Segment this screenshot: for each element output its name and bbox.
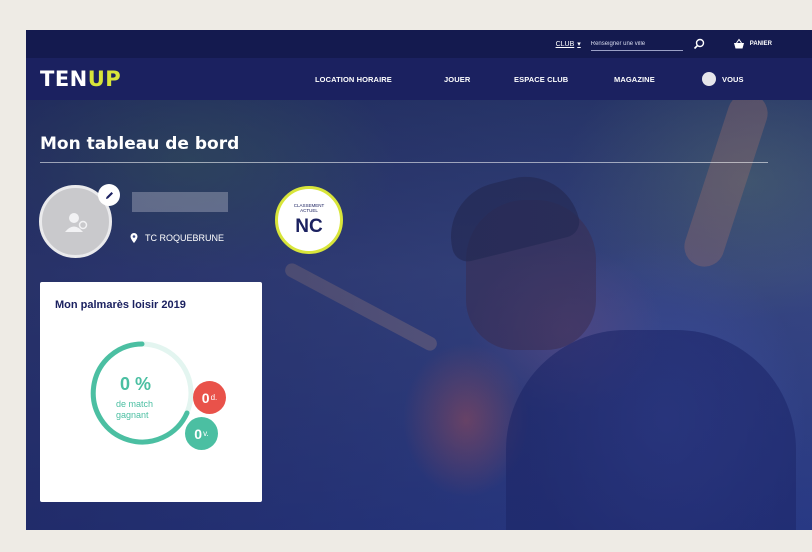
ranking-label: CLASSEMENT ACTUEL	[293, 202, 325, 214]
search-icon[interactable]	[693, 38, 705, 50]
club-select-label: CLUB	[555, 40, 575, 48]
defeats-count: 0	[201, 389, 210, 406]
defeats-badge: 0 d.	[193, 381, 226, 414]
edit-avatar-button[interactable]	[98, 184, 120, 206]
account-label: VOUS	[722, 74, 744, 84]
user-name-redacted	[132, 192, 228, 212]
main-nav: TENUP LOCATION HORAIRE JOUER ESPACE CLUB…	[26, 58, 812, 100]
basket-icon	[733, 38, 745, 50]
logo-prefix: TEN	[40, 67, 88, 91]
logo-suffix: UP	[87, 67, 122, 91]
pencil-icon	[105, 191, 113, 199]
win-percentage-caption: de match gagnant	[116, 399, 154, 420]
victories-suffix: v.	[203, 429, 209, 438]
location-pin-icon	[130, 233, 138, 243]
ranking-value: NC	[295, 215, 323, 237]
title-divider	[40, 162, 768, 163]
nav-item-jouer[interactable]: JOUER	[444, 75, 514, 84]
city-search-input[interactable]	[590, 37, 683, 51]
page-title: Mon tableau de bord	[40, 134, 240, 154]
defeats-suffix: d.	[210, 393, 218, 402]
chevron-down-icon: ▾	[577, 41, 581, 48]
club-info: TC ROQUEBRUNE	[130, 233, 224, 243]
utility-bar: CLUB ▾ PANIER	[26, 30, 812, 58]
club-select[interactable]: CLUB ▾	[555, 40, 581, 49]
victories-badge: 0 v.	[185, 417, 218, 450]
nav-item-vous[interactable]: VOUS	[702, 72, 744, 86]
club-name: TC ROQUEBRUNE	[145, 233, 225, 243]
nav-item-magazine[interactable]: MAGAZINE	[614, 75, 702, 84]
app-frame: CLUB ▾ PANIER TENUP LOCATION HORAIRE JOU…	[26, 30, 812, 530]
account-avatar-icon	[702, 72, 716, 86]
cart-button[interactable]: PANIER	[733, 38, 772, 50]
user-placeholder-icon	[64, 212, 87, 232]
nav-item-espace-club[interactable]: ESPACE CLUB	[514, 75, 614, 84]
nav-item-location-horaire[interactable]: LOCATION HORAIRE	[315, 75, 444, 84]
ranking-badge: CLASSEMENT ACTUEL NC	[275, 186, 343, 254]
cart-label: PANIER	[749, 41, 772, 47]
win-percentage: 0 %	[120, 374, 152, 394]
palmares-card: Mon palmarès loisir 2019 0 % de match ga…	[40, 282, 262, 502]
tenup-logo[interactable]: TENUP	[40, 67, 121, 91]
palmares-title: Mon palmarès loisir 2019	[55, 299, 186, 311]
victories-count: 0	[194, 425, 203, 442]
